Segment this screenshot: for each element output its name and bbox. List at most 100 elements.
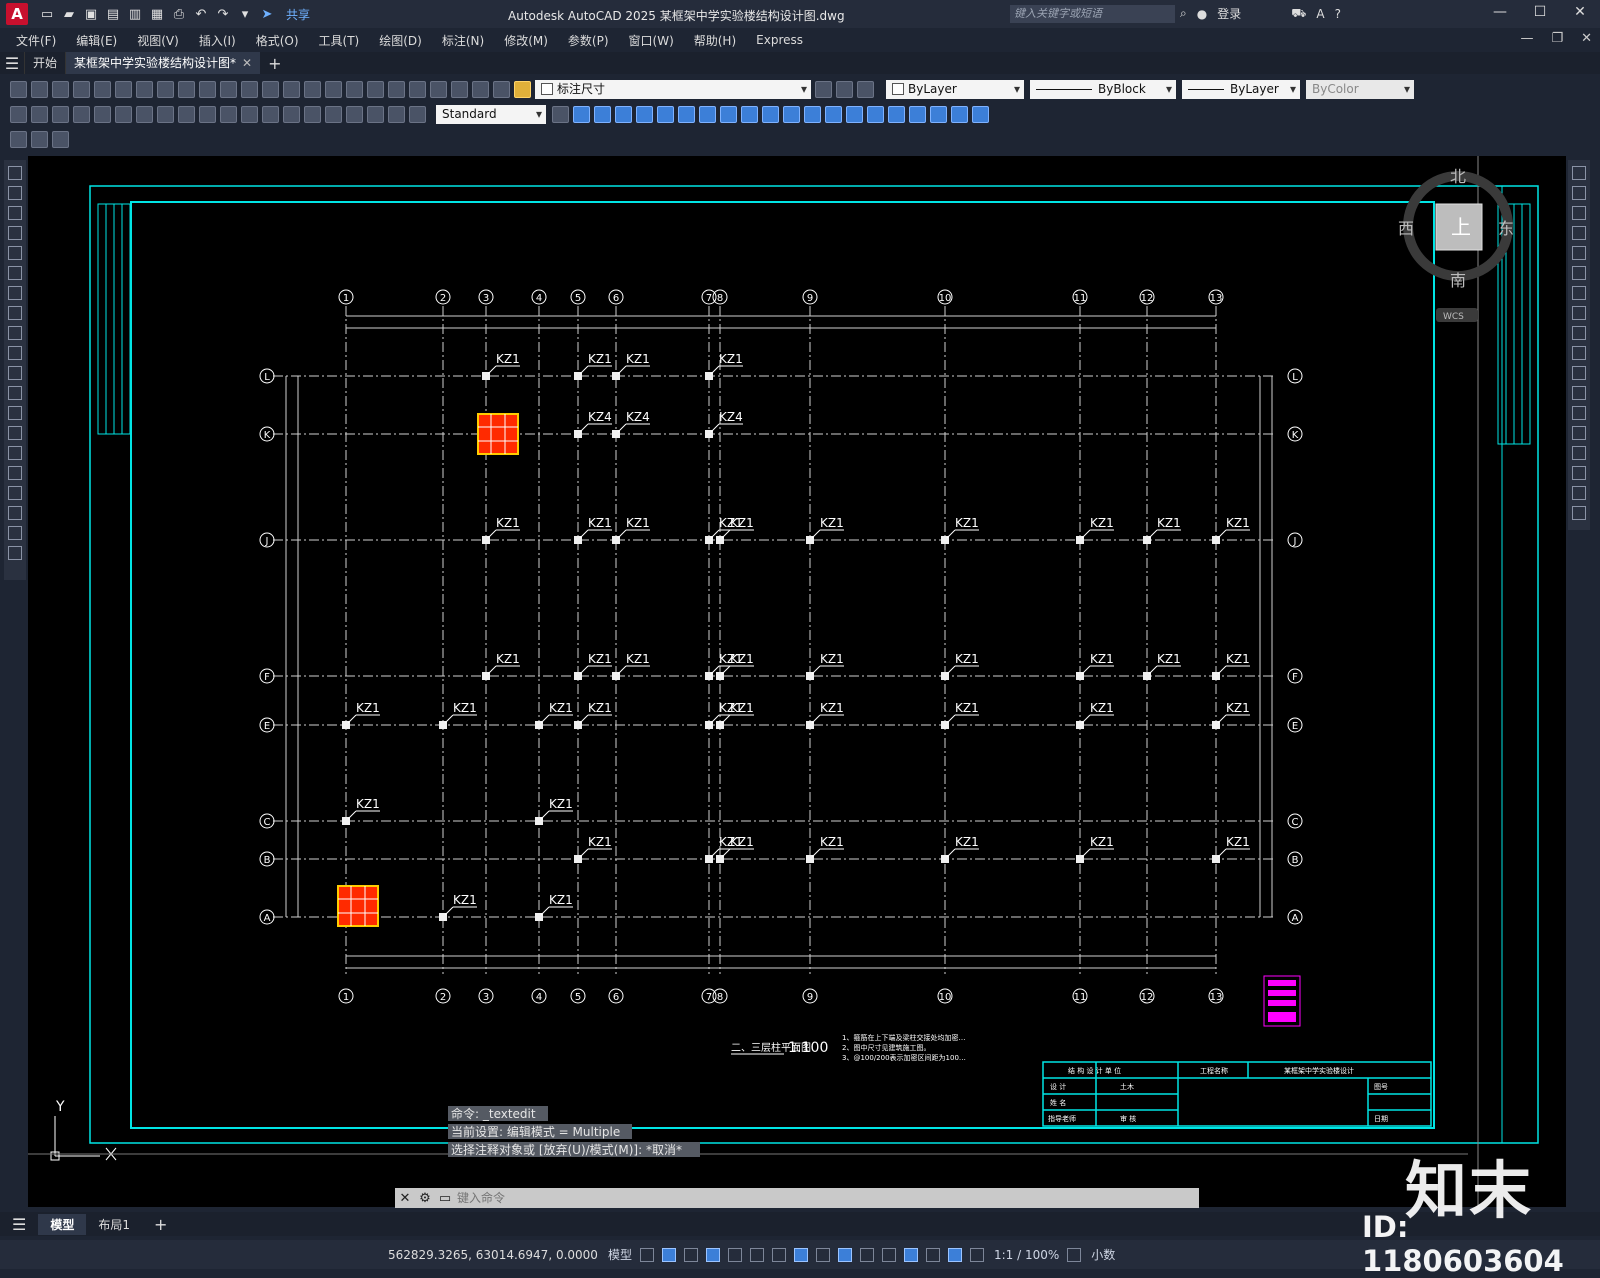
- workspace-gear-icon[interactable]: [1067, 1247, 1082, 1262]
- menu-help[interactable]: 帮助(H): [694, 32, 736, 49]
- properties-icon[interactable]: [346, 80, 363, 98]
- menu-draw[interactable]: 绘图(D): [379, 32, 422, 49]
- dim-break-icon[interactable]: [262, 105, 279, 123]
- color-dropdown[interactable]: ByLayer: [886, 79, 1024, 99]
- attribute-manager-icon[interactable]: [52, 130, 69, 148]
- dynamic-input-icon[interactable]: [705, 1247, 720, 1262]
- minimize-button[interactable]: —: [1480, 4, 1520, 20]
- baseline-dim-icon[interactable]: [199, 105, 216, 123]
- rotate-icon[interactable]: [1572, 286, 1586, 300]
- help-tool-icon[interactable]: [472, 80, 489, 98]
- region-icon[interactable]: [8, 486, 22, 500]
- spline-icon[interactable]: [8, 326, 22, 340]
- array-icon[interactable]: [1572, 246, 1586, 260]
- break-at-point-icon[interactable]: [1572, 386, 1586, 400]
- infer-constraints-icon[interactable]: [683, 1247, 698, 1262]
- view-right-icon[interactable]: [636, 105, 653, 123]
- share-icon[interactable]: ➤: [258, 6, 276, 22]
- visual-style-3d-icon[interactable]: [825, 105, 842, 123]
- ucs-world-icon[interactable]: [909, 105, 926, 123]
- aligned-dim-icon[interactable]: [31, 105, 48, 123]
- fillet-icon[interactable]: [1572, 466, 1586, 480]
- redo-icon[interactable]: ↷: [214, 6, 232, 22]
- command-close-icon[interactable]: ✕: [395, 1191, 415, 1206]
- publish-tool-icon[interactable]: [115, 80, 132, 98]
- tab-model[interactable]: 模型: [38, 1213, 87, 1235]
- make-block-icon[interactable]: [8, 406, 22, 420]
- command-customize-icon[interactable]: ⚙: [415, 1191, 435, 1206]
- ne-iso-icon[interactable]: [741, 105, 758, 123]
- menu-modify[interactable]: 修改(M): [504, 32, 548, 49]
- menu-edit[interactable]: 编辑(E): [76, 32, 117, 49]
- block-editor-icon[interactable]: [31, 130, 48, 148]
- layer-dropdown[interactable]: 标注尺寸: [535, 79, 811, 99]
- lineweight-icon[interactable]: [837, 1247, 852, 1262]
- layer-previous-icon[interactable]: [836, 80, 853, 98]
- inspection-icon[interactable]: [325, 105, 342, 123]
- viewcube-west[interactable]: 西: [1398, 219, 1414, 238]
- menu-dimension[interactable]: 标注(N): [442, 32, 484, 49]
- share-button[interactable]: 共享: [286, 6, 310, 23]
- tolerance-icon[interactable]: [283, 105, 300, 123]
- save-icon[interactable]: ▣: [82, 6, 100, 22]
- design-center-icon[interactable]: [367, 80, 384, 98]
- menu-format[interactable]: 格式(O): [256, 32, 299, 49]
- tab-document[interactable]: 某框架中学实验楼结构设计图* ✕: [65, 52, 261, 74]
- 3d-osnap-icon[interactable]: [903, 1247, 918, 1262]
- add-selected-icon[interactable]: [8, 546, 22, 560]
- se-iso-icon[interactable]: [720, 105, 737, 123]
- search-icon[interactable]: ⌕: [1180, 6, 1187, 21]
- view-front-icon[interactable]: [657, 105, 674, 123]
- plotstyle-dropdown[interactable]: ByColor: [1306, 79, 1414, 99]
- export-icon[interactable]: ▦: [148, 6, 166, 22]
- layout-menu-icon[interactable]: ☰: [0, 1213, 38, 1236]
- viewcube-north[interactable]: 北: [1450, 167, 1466, 186]
- ellipse-icon[interactable]: [8, 346, 22, 360]
- view-left-icon[interactable]: [615, 105, 632, 123]
- mtext-icon[interactable]: [8, 526, 22, 540]
- jogged-dim-icon[interactable]: [115, 105, 132, 123]
- tool-palettes-icon[interactable]: [388, 80, 405, 98]
- revision-cloud-icon[interactable]: [8, 306, 22, 320]
- command-input[interactable]: [455, 1190, 1139, 1206]
- annotation-scale[interactable]: 1:1 / 100%: [994, 1248, 1059, 1262]
- drawing-canvas[interactable]: 1 1 2 2 3 3 4 4 5 5 6 6 7 7 8 8 9 9 10 10 11 11 12 12 13 13 L L K K J J…: [28, 156, 1566, 1207]
- circle-icon[interactable]: [8, 286, 22, 300]
- dim-update-icon[interactable]: [409, 105, 426, 123]
- drawing-svg[interactable]: 1122334455667788991010111112121313L LK KJ J…: [28, 156, 1566, 1207]
- copy-object-icon[interactable]: [1572, 186, 1586, 200]
- zoom-previous-icon[interactable]: [325, 80, 342, 98]
- diameter-dim-icon[interactable]: [136, 105, 153, 123]
- tab-close-icon[interactable]: ✕: [242, 56, 252, 70]
- continue-dim-icon[interactable]: [220, 105, 237, 123]
- plot-icon[interactable]: [73, 80, 90, 98]
- copy-icon[interactable]: [157, 80, 174, 98]
- construction-line-icon[interactable]: [8, 186, 22, 200]
- polyline-icon[interactable]: [8, 206, 22, 220]
- join-icon[interactable]: [1572, 426, 1586, 440]
- rectangle-icon[interactable]: [8, 246, 22, 260]
- login-button[interactable]: 登录: [1217, 5, 1241, 22]
- erase-icon[interactable]: [1572, 166, 1586, 180]
- ucs-icon[interactable]: [888, 105, 905, 123]
- line-icon[interactable]: [8, 166, 22, 180]
- radius-dim-icon[interactable]: [94, 105, 111, 123]
- doc-minimize-button[interactable]: —: [1520, 31, 1533, 46]
- customize-qat-icon[interactable]: ▾: [236, 6, 254, 22]
- user-icon[interactable]: ●: [1197, 7, 1207, 21]
- command-recent-icon[interactable]: ▭: [435, 1191, 455, 1206]
- view-top-icon[interactable]: [573, 105, 590, 123]
- dim-edit-icon[interactable]: [367, 105, 384, 123]
- paste-icon[interactable]: [178, 80, 195, 98]
- dim-style-manager-icon[interactable]: [552, 105, 569, 123]
- menu-parametric[interactable]: 参数(P): [568, 32, 609, 49]
- sheet-set-icon[interactable]: [409, 80, 426, 98]
- match-properties-icon[interactable]: [199, 80, 216, 98]
- stretch-icon[interactable]: [1572, 326, 1586, 340]
- layer-states-icon[interactable]: [857, 80, 874, 98]
- arc-length-icon[interactable]: [52, 105, 69, 123]
- menu-insert[interactable]: 插入(I): [199, 32, 236, 49]
- new-icon[interactable]: ▭: [38, 6, 56, 22]
- auto-scale-icon[interactable]: [969, 1247, 984, 1262]
- object-snap-icon[interactable]: [815, 1247, 830, 1262]
